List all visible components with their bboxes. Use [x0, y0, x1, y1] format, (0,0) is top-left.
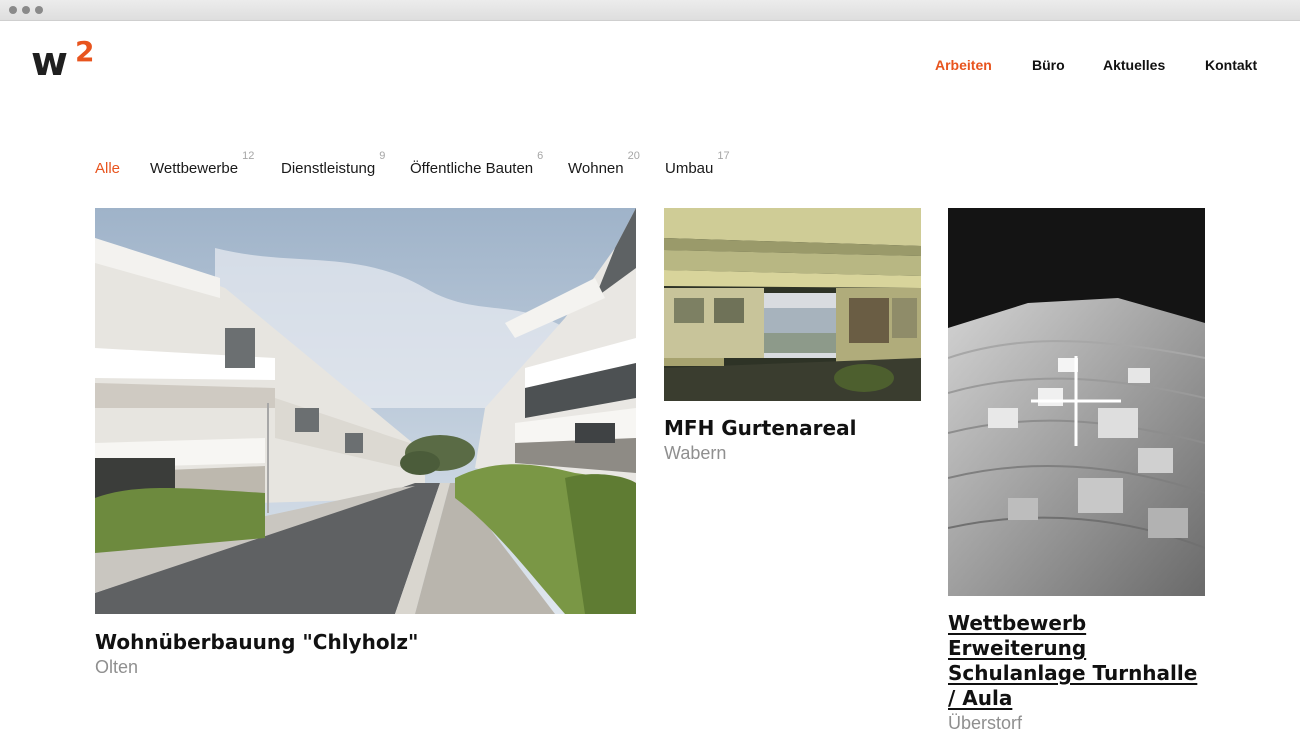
- main-navigation: Arbeiten Büro Aktuelles Kontakt: [0, 57, 1300, 77]
- project-title[interactable]: Wettbewerb Erweiterung Schulanlage Turnh…: [948, 611, 1205, 711]
- filter-label: Wohnen: [568, 160, 624, 177]
- apartment-building-photo[interactable]: [664, 208, 921, 401]
- residential-street-photo[interactable]: [95, 208, 636, 614]
- filter-wettbewerbe[interactable]: Wettbewerbe 12: [150, 150, 254, 177]
- project-card-ueberstorf[interactable]: Wettbewerb Erweiterung Schulanlage Turnh…: [948, 208, 1205, 734]
- project-title[interactable]: Wohnüberbauung "Chlyholz": [95, 630, 636, 655]
- filter-count: 6: [537, 150, 544, 162]
- project-card-chlyholz[interactable]: Wohnüberbauung "Chlyholz" Olten: [95, 208, 636, 678]
- architectural-model-photo[interactable]: [948, 208, 1205, 596]
- filter-label: Dienstleistung: [281, 160, 376, 177]
- filter-oeffentliche-bauten[interactable]: Öffentliche Bauten 6: [410, 150, 543, 177]
- filter-count: 20: [627, 150, 640, 162]
- project-title[interactable]: MFH Gurtenareal: [664, 416, 921, 441]
- browser-titlebar: [0, 0, 1300, 21]
- project-location: Überstorf: [948, 713, 1023, 733]
- filter-label: Wettbewerbe: [150, 160, 239, 177]
- nav-item-aktuelles[interactable]: Aktuelles: [1103, 57, 1165, 73]
- window-maximize-dot[interactable]: [35, 6, 43, 14]
- filter-label: Öffentliche Bauten: [410, 160, 534, 177]
- filter-dienstleistung[interactable]: Dienstleistung 9: [281, 150, 385, 177]
- project-card-gurtenareal[interactable]: MFH Gurtenareal Wabern: [664, 208, 921, 464]
- filter-wohnen[interactable]: Wohnen 20: [568, 150, 640, 177]
- window-minimize-dot[interactable]: [22, 6, 30, 14]
- filter-label: Alle: [95, 160, 121, 177]
- window-close-dot[interactable]: [9, 6, 17, 14]
- nav-item-buero[interactable]: Büro: [1032, 57, 1065, 73]
- project-location: Wabern: [664, 443, 727, 463]
- filter-count: 9: [379, 150, 386, 162]
- nav-item-arbeiten[interactable]: Arbeiten: [935, 57, 992, 73]
- filter-count: 17: [717, 150, 730, 162]
- nav-item-kontakt[interactable]: Kontakt: [1205, 57, 1257, 73]
- filter-count: 12: [242, 150, 255, 162]
- filter-alle[interactable]: Alle: [95, 160, 120, 177]
- project-location: Olten: [95, 657, 139, 677]
- category-filter-bar: Alle Wettbewerbe 12 Dienstleistung 9 Öffen…: [0, 150, 1300, 182]
- filter-umbau[interactable]: Umbau 17: [665, 150, 730, 177]
- filter-label: Umbau: [665, 160, 714, 177]
